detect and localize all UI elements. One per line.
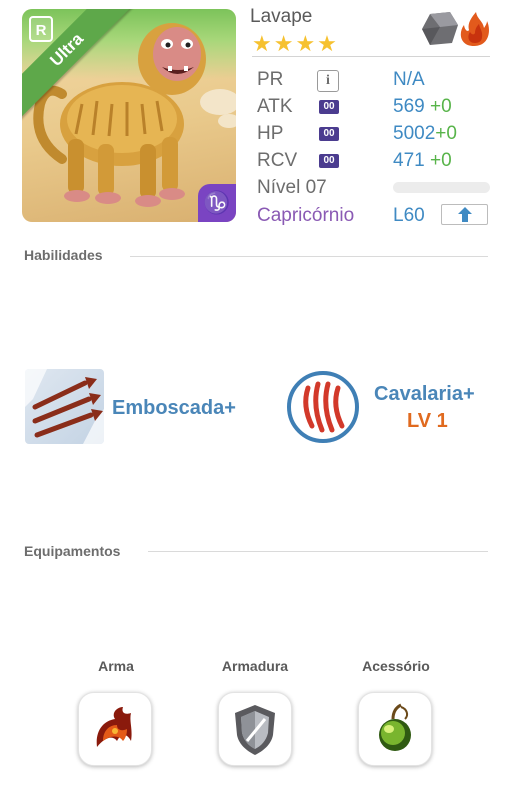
- equipment-section-title: Equipamentos: [24, 543, 121, 559]
- rcv-value: 471: [393, 150, 425, 171]
- hp-bonus: +0: [435, 123, 457, 144]
- upgrade-button[interactable]: [441, 204, 488, 225]
- level-cap: L60: [393, 205, 425, 226]
- arrow-up-icon: [457, 207, 472, 222]
- equip-armor-label: Armadura: [221, 658, 289, 674]
- pr-value: N/A: [393, 69, 425, 90]
- level-label: Nível 07: [257, 177, 327, 198]
- zodiac-sign-label: Capricórnio: [257, 205, 355, 226]
- equip-weapon-slot[interactable]: [78, 692, 152, 766]
- atk-bonus: +0: [429, 96, 452, 117]
- info-icon[interactable]: i: [317, 70, 339, 92]
- equip-weapon-label: Arma: [98, 658, 134, 674]
- skill-cavalaria-name[interactable]: Cavalaria+: [374, 383, 475, 406]
- rcv-box: 00: [319, 154, 339, 168]
- rcv-label: RCV: [257, 150, 298, 171]
- star-rating: ★★★★: [252, 31, 339, 56]
- atk-box: 00: [319, 100, 339, 114]
- equip-accessory-label: Acessório: [362, 658, 430, 674]
- atk-value: 569: [393, 96, 425, 117]
- fire-icon: [460, 12, 489, 46]
- claw-marks-icon[interactable]: [286, 370, 360, 444]
- hp-value: 5002: [393, 123, 436, 144]
- element-icons: [422, 12, 489, 46]
- hp-label: HP: [257, 123, 284, 144]
- rcv-stat: 471 +0: [393, 150, 452, 172]
- arrows-icon: [25, 369, 104, 444]
- skill-emboscada-name[interactable]: Emboscada+: [112, 397, 236, 420]
- skills-divider: [130, 256, 488, 257]
- rank-badge: R: [29, 16, 53, 42]
- equipment-divider: [148, 551, 488, 552]
- pet-portrait-card[interactable]: Ultra R ♑: [22, 9, 236, 222]
- equip-armor-slot[interactable]: [218, 692, 292, 766]
- shield-icon: [235, 705, 275, 755]
- green-orb-icon: [379, 703, 411, 751]
- pr-label: PR: [257, 69, 284, 90]
- hp-box: 00: [319, 127, 339, 141]
- hp-stat: 5002+0: [393, 123, 457, 145]
- equip-accessory-slot[interactable]: [358, 692, 432, 766]
- rcv-bonus: +0: [429, 150, 452, 171]
- skills-section-title: Habilidades: [24, 247, 103, 263]
- atk-stat: 569 +0: [393, 96, 452, 118]
- header-divider: [252, 56, 490, 57]
- skill-cavalaria-level: LV 1: [407, 410, 448, 432]
- rock-icon: [422, 12, 458, 45]
- skill-emboscada-icon[interactable]: [25, 369, 104, 444]
- claw-weapon-icon: [96, 707, 132, 747]
- level-progress-bar: [393, 182, 490, 193]
- pet-name: Lavape: [250, 6, 313, 27]
- atk-label: ATK: [257, 96, 293, 117]
- capricorn-icon: ♑: [198, 184, 236, 222]
